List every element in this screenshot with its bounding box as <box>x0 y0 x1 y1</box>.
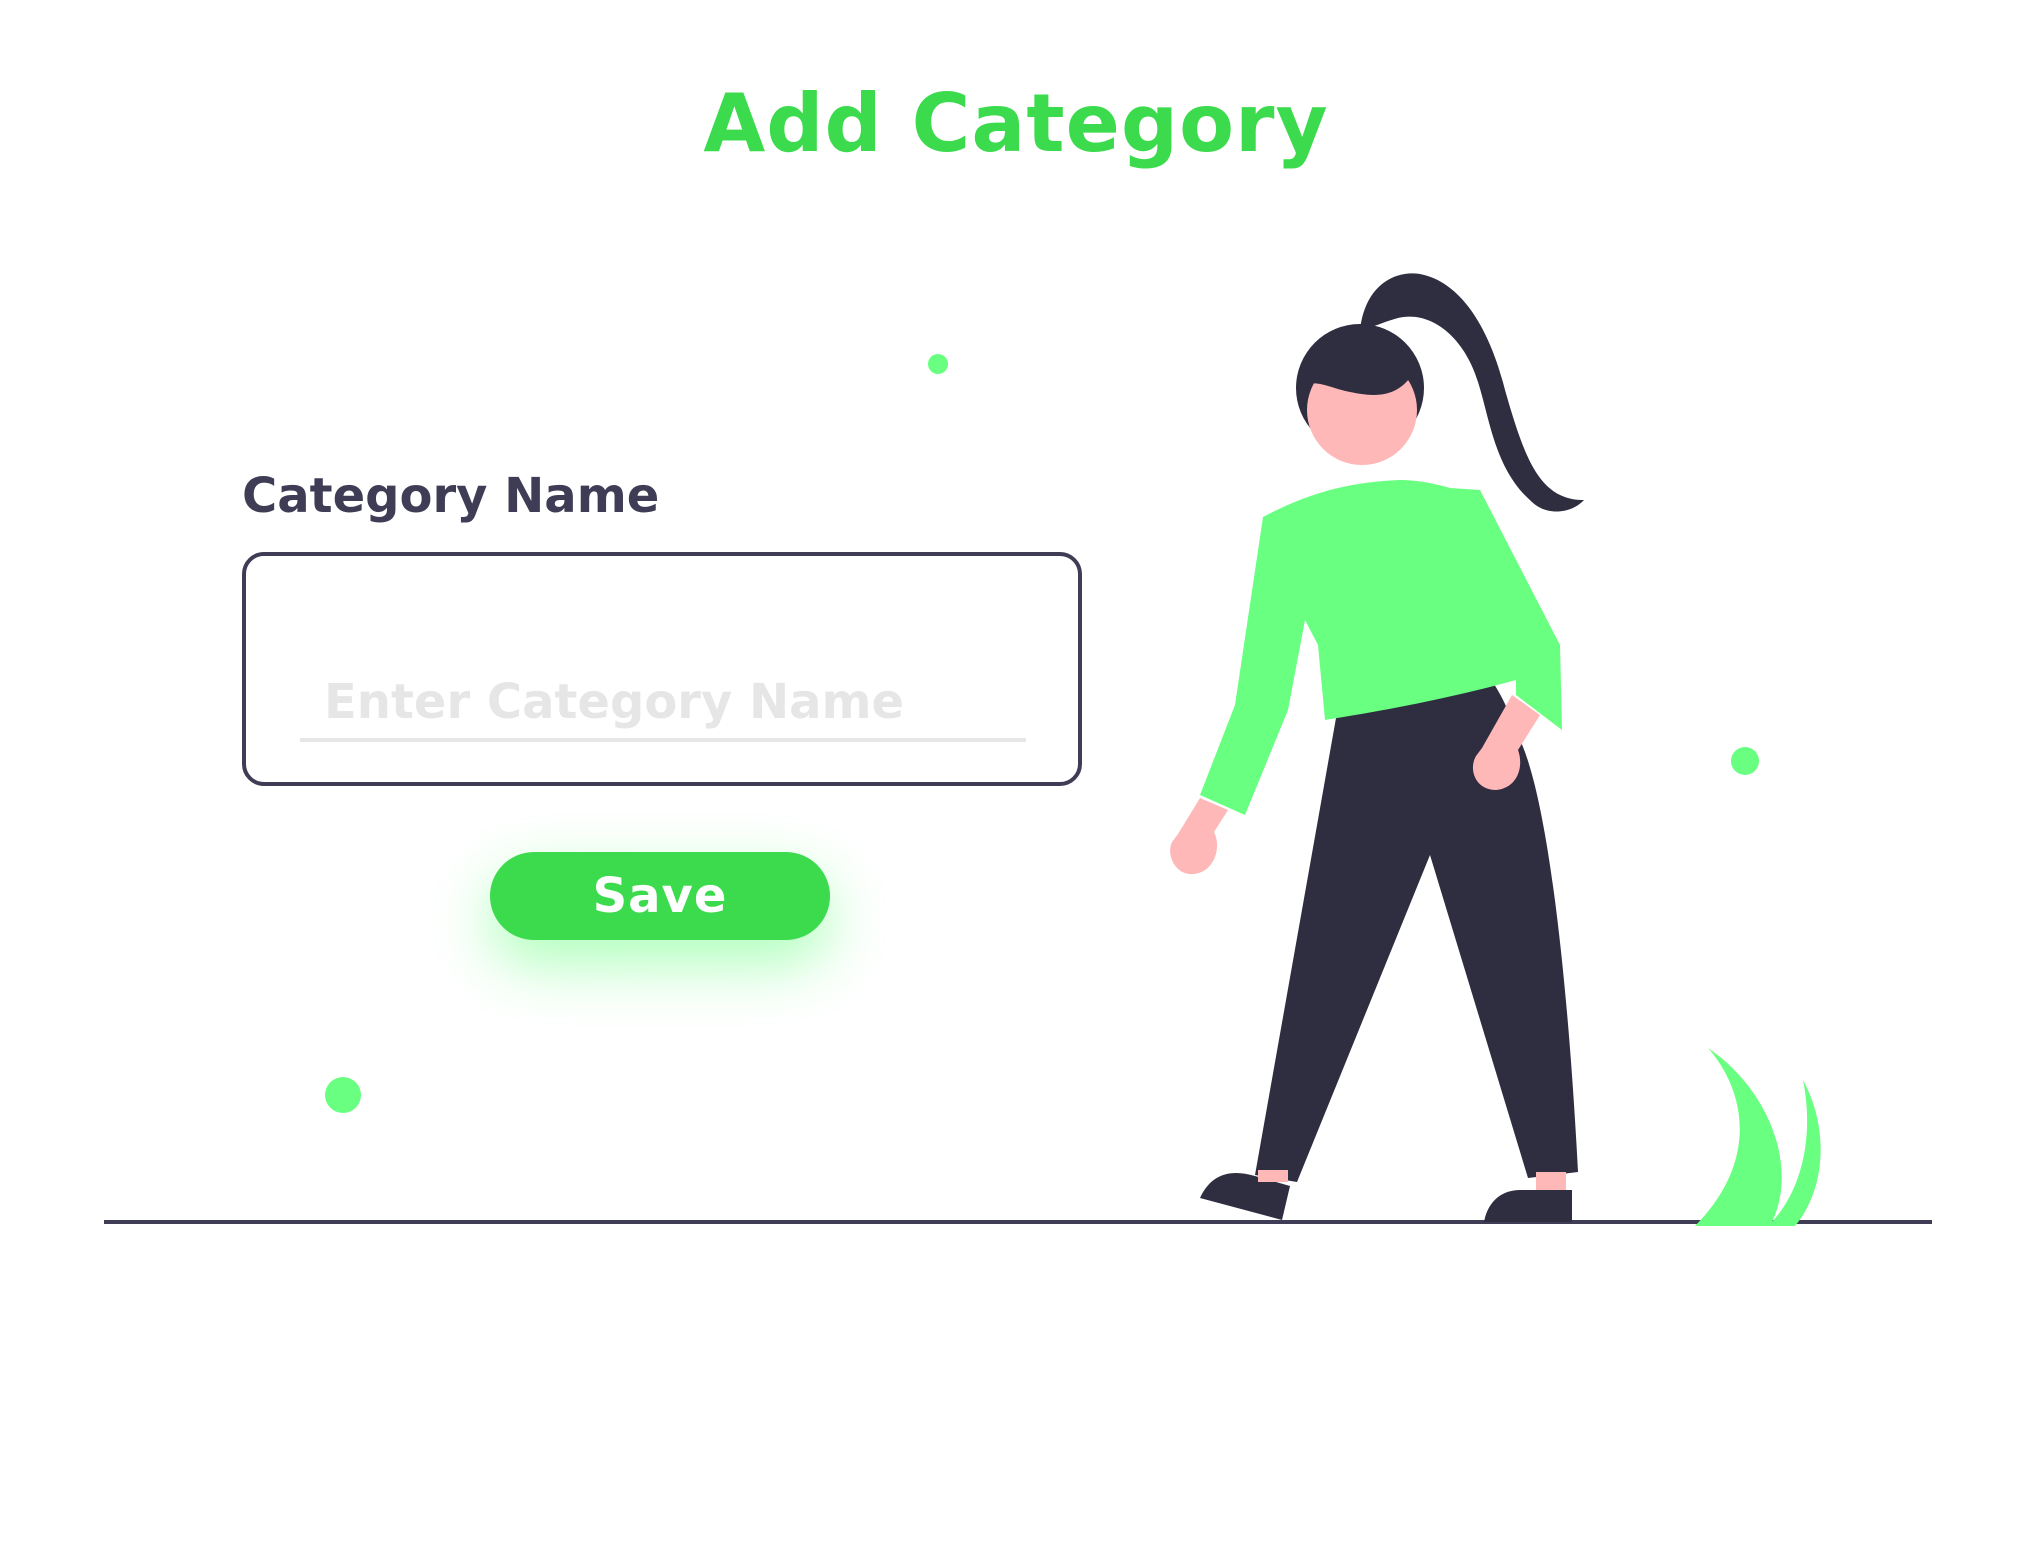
decor-dot-top <box>928 354 948 374</box>
left-ankle <box>1258 1170 1288 1182</box>
decor-dot-right <box>1731 747 1759 775</box>
right-shoe <box>1484 1190 1572 1222</box>
decor-dot-left <box>325 1077 361 1113</box>
right-ankle <box>1536 1172 1566 1190</box>
trousers <box>1255 668 1578 1182</box>
plant-icon <box>1695 1048 1821 1226</box>
left-hand <box>1170 798 1228 875</box>
walking-person-illustration <box>104 273 1932 1226</box>
